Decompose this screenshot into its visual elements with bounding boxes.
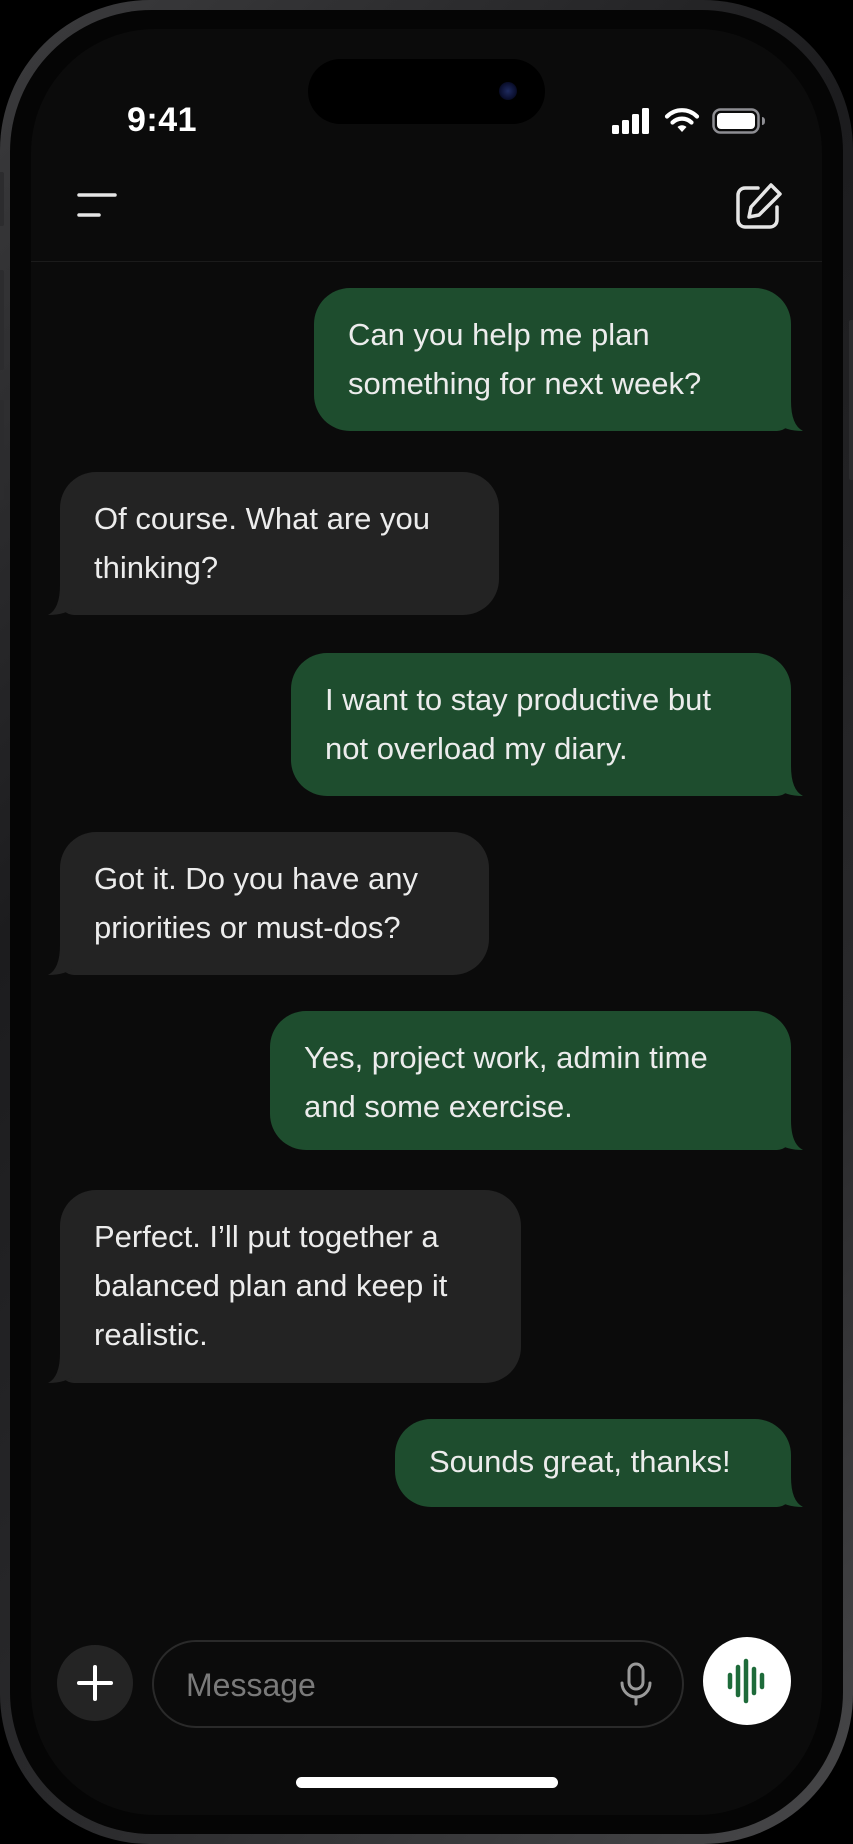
volume-down-button (0, 400, 4, 500)
bubble-tail (777, 1477, 803, 1507)
voice-mode-button[interactable] (703, 1637, 791, 1725)
message-text: Of course. What are you thinking? (94, 501, 430, 585)
bubble-tail (777, 766, 803, 796)
volume-up-button (0, 270, 4, 370)
chat-screen: 9:41 Can you help me plan something for … (31, 29, 822, 1815)
bubble-tail (777, 1120, 803, 1150)
wifi-icon (664, 108, 700, 132)
voice-waveform-icon (727, 1658, 765, 1704)
message-input[interactable] (184, 1642, 588, 1728)
camera-lens-icon (499, 82, 517, 100)
bubble-tail (48, 945, 74, 975)
home-indicator[interactable] (296, 1777, 558, 1788)
message-input-container (152, 1640, 684, 1728)
cellular-signal-icon (612, 108, 649, 134)
attach-button[interactable] (57, 1645, 133, 1721)
plus-icon (77, 1665, 113, 1701)
status-bar: 9:41 (31, 29, 822, 159)
phone-frame: 9:41 Can you help me plan something for … (0, 0, 853, 1844)
assistant-message: Got it. Do you have any priorities or mu… (48, 832, 489, 975)
menu-button[interactable] (73, 185, 129, 235)
message-text: Got it. Do you have any priorities or mu… (94, 861, 418, 945)
message-text: Sounds great, thanks! (429, 1444, 731, 1479)
message-text: Can you help me plan something for next … (348, 317, 702, 401)
hamburger-menu-icon (77, 193, 117, 217)
chat-header (31, 159, 822, 262)
assistant-message: Of course. What are you thinking? (48, 472, 499, 615)
bubble-tail (777, 401, 803, 431)
user-message: Yes, project work, admin time and some e… (270, 1011, 803, 1150)
user-message: I want to stay productive but not overlo… (291, 653, 803, 796)
new-chat-button[interactable] (730, 179, 786, 235)
action-button (0, 172, 4, 226)
message-text: I want to stay productive but not overlo… (325, 682, 711, 766)
user-message: Can you help me plan something for next … (314, 288, 803, 431)
dynamic-island (308, 59, 545, 124)
status-icons (612, 101, 766, 141)
composer-bar (31, 1619, 822, 1739)
bubble-tail (48, 585, 74, 615)
status-time: 9:41 (127, 101, 198, 139)
microphone-icon (620, 1662, 652, 1706)
message-text: Perfect. I’ll put together a balanced pl… (94, 1219, 448, 1352)
message-text: Yes, project work, admin time and some e… (304, 1040, 708, 1124)
new-chat-compose-icon (736, 183, 782, 229)
assistant-message: Perfect. I’ll put together a balanced pl… (48, 1190, 521, 1383)
bubble-tail (48, 1353, 74, 1383)
user-message: Sounds great, thanks! (395, 1419, 803, 1507)
power-button (849, 320, 853, 480)
dictation-button[interactable] (614, 1662, 658, 1706)
battery-icon (712, 108, 765, 134)
